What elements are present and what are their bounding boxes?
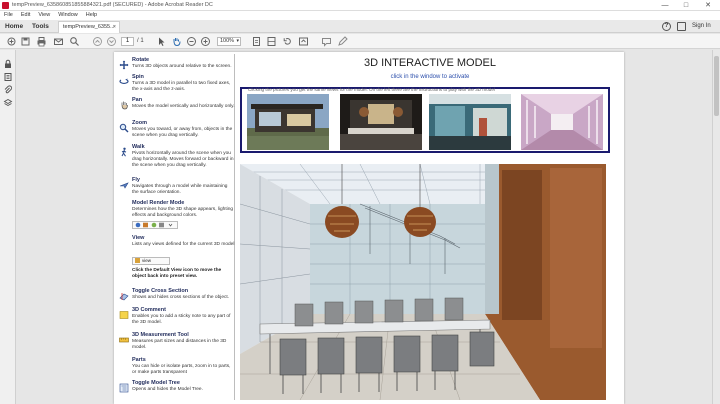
email-icon[interactable] xyxy=(53,36,64,47)
tab-close-icon[interactable]: × xyxy=(113,22,116,33)
read-mode-icon[interactable] xyxy=(298,36,309,47)
zoom-value: 100% xyxy=(220,38,235,44)
views-icon xyxy=(135,258,140,264)
title-bar: tempPreview_635860851855884321.pdf (SECU… xyxy=(0,0,720,11)
menu-view[interactable]: View xyxy=(34,11,54,20)
create-pdf-icon[interactable] xyxy=(6,36,17,47)
fit-page-icon[interactable] xyxy=(251,36,262,47)
view-thumbnail-kitchen[interactable] xyxy=(429,94,511,150)
next-page-icon[interactable] xyxy=(106,36,117,47)
interior-3d-render xyxy=(240,164,606,400)
render-mode-controls[interactable] xyxy=(132,221,178,229)
default-view-note: Click the Default View icon to move the … xyxy=(132,268,222,279)
menu-help[interactable]: Help xyxy=(82,11,101,20)
page-number-input[interactable]: 1 xyxy=(121,37,134,46)
previous-page-icon[interactable] xyxy=(92,36,103,47)
close-button[interactable]: ✕ xyxy=(699,0,717,11)
print-icon[interactable] xyxy=(36,36,47,47)
bookmark-icon[interactable] xyxy=(3,69,13,81)
acrobat-icon xyxy=(2,2,9,9)
menu-window[interactable]: Window xyxy=(54,11,82,20)
tab-bar: Home Tools tempPreview_6355... × ? Sign … xyxy=(0,20,720,33)
attachment-icon[interactable] xyxy=(3,82,13,94)
tab-tools[interactable]: Tools xyxy=(32,20,49,33)
lock-icon[interactable] xyxy=(3,56,13,68)
view-select[interactable]: view xyxy=(132,257,170,265)
search-icon[interactable] xyxy=(69,36,80,47)
pdf-page: Rotate Turns 3D objects around relative … xyxy=(114,52,624,404)
rotate-view-icon[interactable] xyxy=(282,36,293,47)
maximize-button[interactable]: □ xyxy=(677,0,695,11)
window-title: tempPreview_635860851855884321.pdf (SECU… xyxy=(12,2,213,8)
notification-icon[interactable] xyxy=(677,22,686,31)
view-thumbnails-frame: Clicking the pictures you get the same v… xyxy=(240,87,610,153)
instructions-panel: Rotate Turns 3D objects around relative … xyxy=(117,54,235,400)
page-count: / 1 xyxy=(137,38,144,44)
layers-icon[interactable] xyxy=(3,95,13,107)
thumbnails-caption: Clicking the pictures you get the same v… xyxy=(248,87,495,92)
zoom-magnifier-icon xyxy=(119,120,129,133)
minimize-button[interactable]: — xyxy=(656,0,674,11)
pan-hand-icon xyxy=(119,97,129,110)
tab-document[interactable]: tempPreview_6355... × xyxy=(58,21,120,33)
sign-in-button[interactable]: Sign In xyxy=(692,20,711,33)
comment-icon[interactable] xyxy=(321,36,332,47)
left-navigation-rail xyxy=(0,50,16,404)
menu-bar: File Edit View Window Help xyxy=(0,11,720,20)
3d-model-viewport[interactable] xyxy=(240,164,606,400)
tab-home[interactable]: Home xyxy=(5,20,23,33)
spin-icon xyxy=(119,74,129,84)
select-cursor-icon[interactable] xyxy=(156,36,167,47)
view-thumbnail-corridor[interactable] xyxy=(521,94,603,150)
walk-icon xyxy=(119,144,129,157)
hand-tool-icon[interactable] xyxy=(171,36,182,47)
zoom-select[interactable]: 100% ▾ xyxy=(217,37,241,46)
menu-edit[interactable]: Edit xyxy=(17,11,34,20)
view-select-label: view xyxy=(142,258,152,263)
main-toolbar: 1 / 1 100% ▾ xyxy=(0,34,720,49)
document-subheading: click in the window to activate xyxy=(390,74,470,80)
menu-file[interactable]: File xyxy=(0,11,17,20)
sticky-note-icon xyxy=(119,307,129,319)
chevron-down-icon: ▾ xyxy=(236,38,239,44)
cross-section-icon xyxy=(119,288,129,301)
tab-document-label: tempPreview_6355... xyxy=(63,24,115,30)
fly-icon xyxy=(119,177,129,189)
scrollbar-thumb[interactable] xyxy=(714,56,719,116)
model-tree-icon xyxy=(119,380,129,393)
zoom-in-icon[interactable] xyxy=(200,36,211,47)
help-icon[interactable]: ? xyxy=(662,22,671,31)
document-heading: 3D INTERACTIVE MODEL xyxy=(363,57,497,69)
draw-pen-icon[interactable] xyxy=(337,36,348,47)
save-icon[interactable] xyxy=(20,36,31,47)
view-thumbnail-exterior[interactable] xyxy=(247,94,329,150)
rotate-icon xyxy=(119,57,129,70)
view-thumbnail-dining[interactable] xyxy=(340,94,422,150)
scroll-mode-icon[interactable] xyxy=(266,36,277,47)
measure-icon xyxy=(119,332,129,343)
zoom-out-icon[interactable] xyxy=(186,36,197,47)
vertical-scrollbar[interactable] xyxy=(712,50,720,404)
